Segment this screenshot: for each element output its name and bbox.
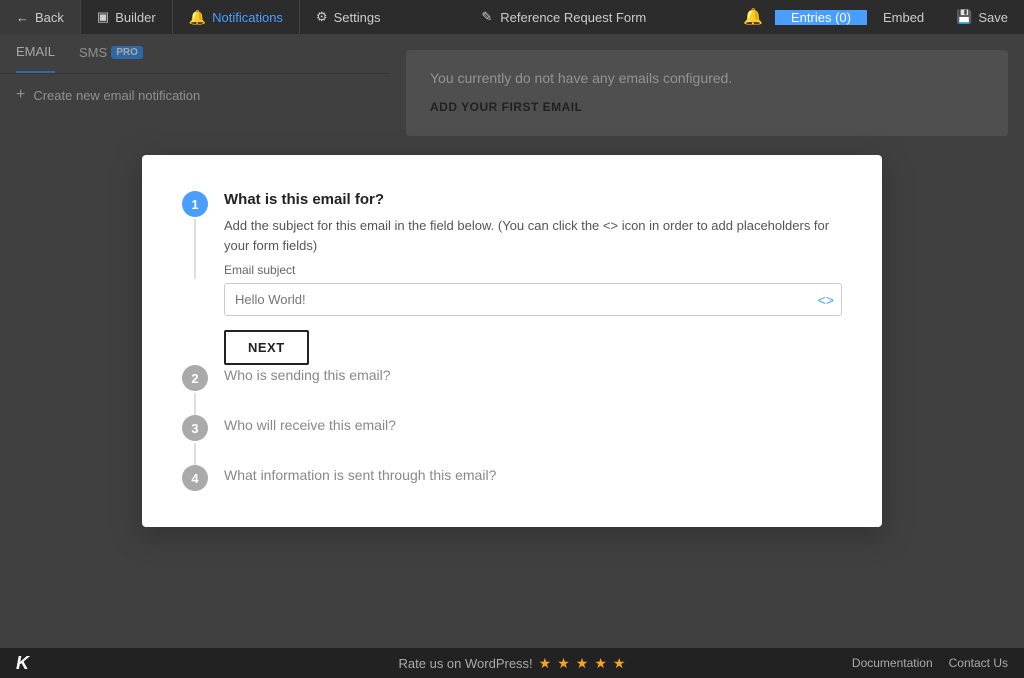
entries-label: Entries (0) bbox=[791, 10, 851, 25]
form-title-area: ✎ Reference Request Form bbox=[397, 9, 732, 25]
step-4-content: What information is sent through this em… bbox=[224, 465, 842, 483]
step-2-title: Who is sending this email? bbox=[224, 367, 842, 383]
embed-label: Embed bbox=[883, 10, 924, 25]
rate-text: Rate us on WordPress! bbox=[399, 656, 533, 671]
content-area: EMAIL SMS PRO + Create new email notific… bbox=[0, 34, 1024, 648]
step-3-badge: 3 bbox=[182, 415, 208, 441]
builder-nav-item[interactable]: ▣ Builder bbox=[81, 0, 172, 34]
settings-nav-item[interactable]: ⚙ Settings bbox=[300, 0, 397, 34]
settings-icon: ⚙ bbox=[316, 9, 328, 25]
star-3: ★ bbox=[576, 655, 589, 672]
save-label: Save bbox=[978, 10, 1008, 25]
back-label: Back bbox=[35, 10, 64, 25]
step-2-number: 2 bbox=[191, 371, 198, 386]
docs-link[interactable]: Documentation bbox=[852, 656, 933, 670]
step-1-badge: 1 bbox=[182, 191, 208, 217]
notifications-label: Notifications bbox=[212, 10, 283, 25]
step-1-indicator: 1 bbox=[182, 191, 208, 279]
step-3-title: Who will receive this email? bbox=[224, 417, 842, 433]
code-icon: <> bbox=[818, 292, 834, 308]
star-4: ★ bbox=[594, 655, 607, 672]
form-title: Reference Request Form bbox=[500, 10, 646, 25]
step-4-number: 4 bbox=[191, 471, 198, 486]
step-3-indicator: 3 bbox=[182, 415, 208, 465]
step-2-badge: 2 bbox=[182, 365, 208, 391]
star-2: ★ bbox=[557, 655, 570, 672]
step-2-row: 2 Who is sending this email? bbox=[182, 365, 842, 415]
step-4-row: 4 What information is sent through this … bbox=[182, 465, 842, 491]
step-2-connector bbox=[194, 393, 196, 415]
step-1-content: What is this email for? Add the subject … bbox=[224, 191, 842, 365]
modal-overlay: 1 What is this email for? Add the subjec… bbox=[0, 34, 1024, 648]
bell-icon: 🔔 bbox=[189, 9, 206, 26]
step-3-content: Who will receive this email? bbox=[224, 415, 842, 433]
star-5: ★ bbox=[613, 655, 626, 672]
step-2-indicator: 2 bbox=[182, 365, 208, 415]
nav-right-actions: 🔔 Entries (0) Embed 💾 Save bbox=[731, 7, 1024, 27]
settings-label: Settings bbox=[334, 10, 381, 25]
next-button[interactable]: NEXT bbox=[224, 330, 309, 365]
back-button[interactable]: ← Back bbox=[0, 0, 80, 34]
step-1-title: What is this email for? bbox=[224, 191, 842, 208]
back-icon: ← bbox=[16, 10, 29, 25]
step-3-number: 3 bbox=[191, 421, 198, 436]
top-navigation: ← Back ▣ Builder 🔔 Notifications ⚙ Setti… bbox=[0, 0, 1024, 34]
footer-right: Documentation Contact Us bbox=[852, 656, 1008, 670]
email-subject-input[interactable] bbox=[224, 283, 842, 316]
modal-dialog: 1 What is this email for? Add the subjec… bbox=[142, 155, 882, 527]
step-1-connector bbox=[194, 219, 196, 279]
contact-link[interactable]: Contact Us bbox=[949, 656, 1008, 670]
notification-bell-icon[interactable]: 🔔 bbox=[731, 7, 775, 27]
footer: K Rate us on WordPress! ★ ★ ★ ★ ★ Docume… bbox=[0, 648, 1024, 678]
placeholder-icon-button[interactable]: <> bbox=[818, 292, 834, 308]
save-icon: 💾 bbox=[956, 9, 972, 25]
step-1-number: 1 bbox=[191, 197, 198, 212]
step-3-connector bbox=[194, 443, 196, 465]
notifications-nav-item[interactable]: 🔔 Notifications bbox=[173, 0, 299, 34]
footer-center: Rate us on WordPress! ★ ★ ★ ★ ★ bbox=[399, 655, 626, 672]
builder-label: Builder bbox=[115, 10, 155, 25]
step-4-indicator: 4 bbox=[182, 465, 208, 491]
step-4-title: What information is sent through this em… bbox=[224, 467, 842, 483]
edit-icon: ✎ bbox=[481, 9, 492, 25]
step-1-input-wrap: <> bbox=[224, 283, 842, 316]
step-4-badge: 4 bbox=[182, 465, 208, 491]
step-1-row: 1 What is this email for? Add the subjec… bbox=[182, 191, 842, 365]
embed-button[interactable]: Embed bbox=[867, 10, 940, 25]
star-1: ★ bbox=[539, 655, 552, 672]
step-1-field-label: Email subject bbox=[224, 263, 842, 277]
step-2-content: Who is sending this email? bbox=[224, 365, 842, 383]
step-3-row: 3 Who will receive this email? bbox=[182, 415, 842, 465]
step-1-desc: Add the subject for this email in the fi… bbox=[224, 216, 842, 255]
footer-logo: K bbox=[16, 653, 29, 674]
entries-button[interactable]: Entries (0) bbox=[775, 10, 867, 25]
save-button[interactable]: 💾 Save bbox=[940, 9, 1024, 25]
builder-icon: ▣ bbox=[97, 9, 109, 25]
